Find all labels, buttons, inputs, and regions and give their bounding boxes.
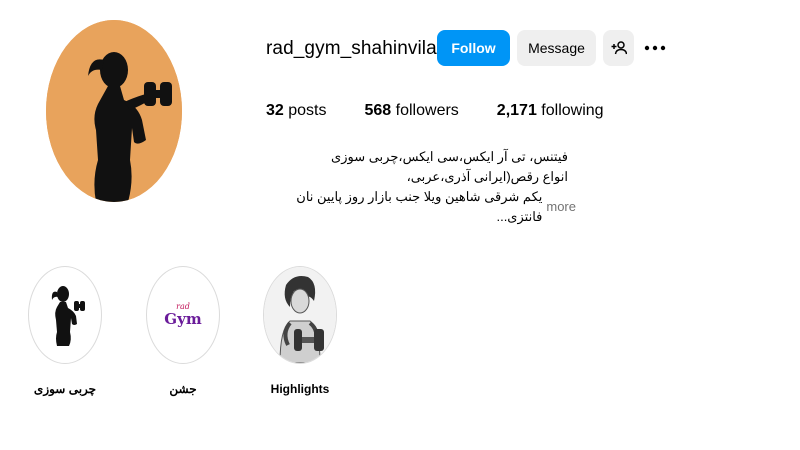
suggested-users-button[interactable] (603, 30, 634, 66)
woman-dumbbell-sketch-icon (264, 267, 336, 363)
highlight-cover: rad Gym (146, 266, 220, 364)
add-user-icon (611, 41, 627, 55)
profile-stats: 32 posts 568 followers 2,171 following (266, 102, 642, 120)
highlight-cover (263, 266, 337, 364)
profile-avatar[interactable] (46, 20, 182, 202)
profile-username: rad_gym_shahinvila (266, 38, 437, 59)
more-options-button[interactable] (642, 38, 668, 58)
highlight-cover (28, 266, 102, 364)
highlight-label: جشن (169, 382, 197, 396)
posts-count: 32 (266, 102, 284, 119)
posts-label: posts (288, 102, 327, 119)
following-label: following (541, 102, 604, 119)
posts-stat: 32 posts (266, 102, 327, 120)
more-dots-icon (644, 45, 666, 51)
bio-line-3-row: یکم شرقی شاهین ویلا جنب بازار روز پایین … (266, 187, 576, 227)
following-stat[interactable]: 2,171 following (497, 102, 604, 120)
bio-line-1: فیتنس، تی آر ایکس،سی ایکس،چربی سوزی (331, 149, 568, 164)
message-button[interactable]: Message (517, 30, 596, 66)
woman-dumbbell-silhouette-icon (46, 20, 182, 202)
silhouette-dumbbell-icon (51, 286, 85, 346)
following-count: 2,171 (496, 102, 537, 119)
followers-label: followers (395, 102, 459, 119)
followers-count: 568 (364, 102, 392, 119)
svg-text:Gym: Gym (164, 310, 202, 328)
followers-stat[interactable]: 568 followers (365, 102, 459, 120)
highlight-item-highlights[interactable]: Highlights (261, 266, 339, 396)
gym-logo-icon: rad Gym (164, 302, 202, 328)
highlight-label: Highlights (270, 382, 330, 396)
bio-line-2: انواع رقص(ایرانی آذری،عربی، (406, 169, 568, 184)
highlight-item-fat-burning[interactable]: چربی سوزی (26, 266, 104, 396)
bio-line-3: یکم شرقی شاهین ویلا جنب بازار روز پایین … (296, 189, 543, 224)
bio-more-link[interactable]: more (546, 197, 576, 217)
follow-button[interactable]: Follow (437, 30, 510, 66)
profile-bio: فیتنس، تی آر ایکس،سی ایکس،چربی سوزی انوا… (266, 147, 576, 227)
highlight-label: چربی سوزی (33, 382, 97, 396)
highlight-item-celebration[interactable]: rad Gym جشن (144, 266, 222, 396)
